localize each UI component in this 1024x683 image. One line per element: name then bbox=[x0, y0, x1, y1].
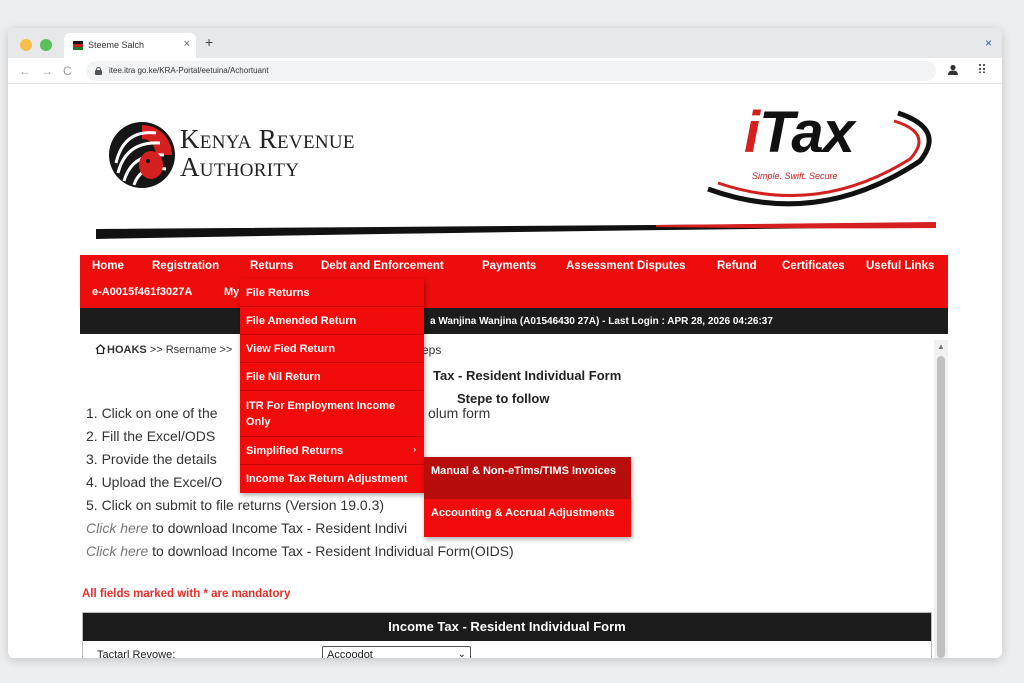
download-excel-text: to download Income Tax - Resident Indivi bbox=[148, 520, 408, 536]
step-1-tail: olum form bbox=[428, 405, 491, 421]
browser-window: Steeme Salch × + × ← → C itee.itra go.ke… bbox=[8, 28, 1002, 658]
breadcrumb-tail: eps bbox=[422, 343, 442, 357]
kenya-flag-icon bbox=[73, 41, 83, 50]
download-ods-text: to download Income Tax - Resident Indivi… bbox=[148, 543, 514, 559]
itax-logo: iTax bbox=[744, 99, 855, 166]
itax-i: i bbox=[744, 100, 760, 165]
submenu-accounting-accrual[interactable]: Accounting & Accrual Adjustments bbox=[424, 499, 631, 537]
download-excel-row: Click here to download Income Tax - Resi… bbox=[86, 520, 407, 536]
nav-registration[interactable]: Registration bbox=[152, 260, 219, 272]
nav-returns[interactable]: Returns bbox=[250, 260, 293, 272]
download-ods-row: Click here to download Income Tax - Resi… bbox=[86, 543, 514, 559]
lock-icon bbox=[95, 67, 102, 75]
browser-tab[interactable]: Steeme Salch × bbox=[64, 33, 196, 58]
tab-bar: Steeme Salch × + × bbox=[8, 28, 1002, 58]
itax-rest: Tax bbox=[759, 100, 855, 165]
url-text[interactable]: itee.itra go.ke/KRA-Portal/eetuina/Achor… bbox=[109, 66, 269, 75]
menu-itr-employment-income-label: ITR For Employment Income Only bbox=[246, 399, 396, 428]
itax-tagline: Simple. Swift. Secure bbox=[752, 171, 838, 181]
return-type-select[interactable]: Accoodot ⌄ bbox=[322, 646, 471, 658]
user-pin: e-A0015f461f3027A bbox=[92, 286, 193, 298]
form-header: Income Tax - Resident Individual Form bbox=[83, 613, 931, 641]
browser-toolbar: ← → C itee.itra go.ke/KRA-Portal/eetuina… bbox=[8, 58, 1002, 84]
nav-refund[interactable]: Refund bbox=[717, 260, 757, 272]
header-divider-swoosh bbox=[96, 222, 936, 239]
nav-certificates[interactable]: Certificates bbox=[782, 260, 845, 272]
breadcrumb: HOAKS >> Rsername >> bbox=[95, 343, 232, 356]
org-name-line2: Authority bbox=[180, 152, 300, 182]
menu-view-filed-return-label: View Fied Return bbox=[246, 342, 336, 355]
nav-home[interactable]: Home bbox=[92, 260, 124, 272]
menu-file-amended-return-label: File Amended Return bbox=[246, 314, 357, 327]
submenu-manual-non-etims[interactable]: Manual & Non-eTims/TIMS Invoices bbox=[424, 457, 631, 499]
step-3: 3. Provide the details bbox=[86, 451, 217, 467]
nav-payments[interactable]: Payments bbox=[482, 260, 536, 272]
welcome-text: a Wanjina Wanjina (A01546430 27A) - Last… bbox=[430, 316, 773, 327]
back-arrow-icon[interactable]: ← bbox=[19, 64, 31, 78]
menu-income-tax-return-adjustment-label: Income Tax Return Adjustment bbox=[246, 473, 408, 485]
submenu-arrow-icon: › bbox=[413, 445, 416, 454]
scroll-up-arrow-icon[interactable]: ▲ bbox=[937, 342, 945, 351]
menu-file-nil-return-label: File Nil Return bbox=[246, 370, 321, 383]
window-close-icon[interactable]: × bbox=[985, 36, 992, 50]
steps-title: Stepe to follow bbox=[457, 391, 550, 406]
menu-file-returns[interactable]: File Returns bbox=[240, 279, 424, 307]
menu-simplified-returns[interactable]: Simplified Returns › bbox=[240, 437, 424, 465]
step-5: 5. Click on submit to file returns (Vers… bbox=[86, 497, 385, 513]
grid-menu-icon[interactable] bbox=[978, 63, 988, 76]
returns-dropdown-menu: File Returns File Amended Return View Fi… bbox=[240, 279, 424, 493]
nav-assessment-disputes[interactable]: Assessment Disputes bbox=[566, 260, 686, 272]
reload-icon[interactable]: C bbox=[63, 64, 72, 78]
org-name-line1: Kenya Revenue bbox=[180, 124, 355, 154]
menu-file-nil-return[interactable]: File Nil Return bbox=[240, 363, 424, 391]
home-icon bbox=[95, 344, 106, 354]
tab-close-icon[interactable]: × bbox=[184, 38, 190, 50]
nav-my[interactable]: My bbox=[224, 286, 239, 298]
menu-simplified-returns-label: Simplified Returns bbox=[246, 444, 344, 457]
adjustment-submenu: Manual & Non-eTims/TIMS Invoices Account… bbox=[424, 457, 631, 537]
org-name: Kenya Revenue Authority bbox=[180, 125, 355, 181]
menu-file-amended-return[interactable]: File Amended Return bbox=[240, 307, 424, 335]
nav-debt-enforcement[interactable]: Debt and Enforcement bbox=[321, 260, 444, 272]
breadcrumb-home[interactable]: HOAKS bbox=[107, 344, 147, 356]
chevron-down-icon: ⌄ bbox=[457, 649, 466, 658]
welcome-bar: a Wanjina Wanjina (A01546430 27A) - Last… bbox=[80, 308, 948, 334]
return-form-panel: Income Tax - Resident Individual Form Ta… bbox=[82, 612, 932, 658]
menu-file-returns-label: File Returns bbox=[246, 286, 310, 299]
step-2: 2. Fill the Excel/ODS bbox=[86, 428, 216, 444]
download-ods-link[interactable]: Click here bbox=[86, 543, 148, 559]
return-type-value: Accoodot bbox=[327, 649, 373, 658]
page-title: Tax - Resident Individual Form bbox=[433, 368, 622, 383]
download-excel-link[interactable]: Click here bbox=[86, 520, 148, 536]
nav-useful-links[interactable]: Useful Links bbox=[866, 260, 934, 272]
page-scrollbar[interactable]: ▲ bbox=[934, 340, 948, 658]
step-1: 1. Click on one of the bbox=[86, 405, 218, 421]
breadcrumb-rest[interactable]: >> Rsername >> bbox=[147, 344, 233, 356]
address-bar[interactable]: itee.itra go.ke/KRA-Portal/eetuina/Achor… bbox=[86, 61, 936, 81]
menu-itr-employment-income[interactable]: ITR For Employment Income Only bbox=[240, 391, 424, 437]
kra-lion-logo-icon bbox=[109, 122, 175, 188]
page-content: Kenya Revenue Authority iTax Simple. Swi… bbox=[8, 85, 1002, 658]
new-tab-button[interactable]: + bbox=[205, 34, 213, 50]
forward-arrow-icon[interactable]: → bbox=[41, 64, 53, 78]
profile-icon[interactable] bbox=[947, 64, 959, 79]
menu-income-tax-return-adjustment[interactable]: Income Tax Return Adjustment bbox=[240, 465, 424, 493]
mandatory-note: All fields marked with * are mandatory bbox=[82, 588, 291, 600]
menu-view-filed-return[interactable]: View Fied Return bbox=[240, 335, 424, 363]
tab-title: Steeme Salch bbox=[88, 40, 145, 50]
scrollbar-thumb[interactable] bbox=[937, 356, 945, 658]
main-nav: Home Registration Returns Debt and Enfor… bbox=[80, 255, 948, 308]
step-4: 4. Upload the Excel/O bbox=[86, 474, 223, 490]
minimize-button[interactable] bbox=[20, 39, 32, 51]
maximize-button[interactable] bbox=[40, 39, 52, 51]
return-type-label: Tactarl Revowe: bbox=[97, 649, 176, 658]
